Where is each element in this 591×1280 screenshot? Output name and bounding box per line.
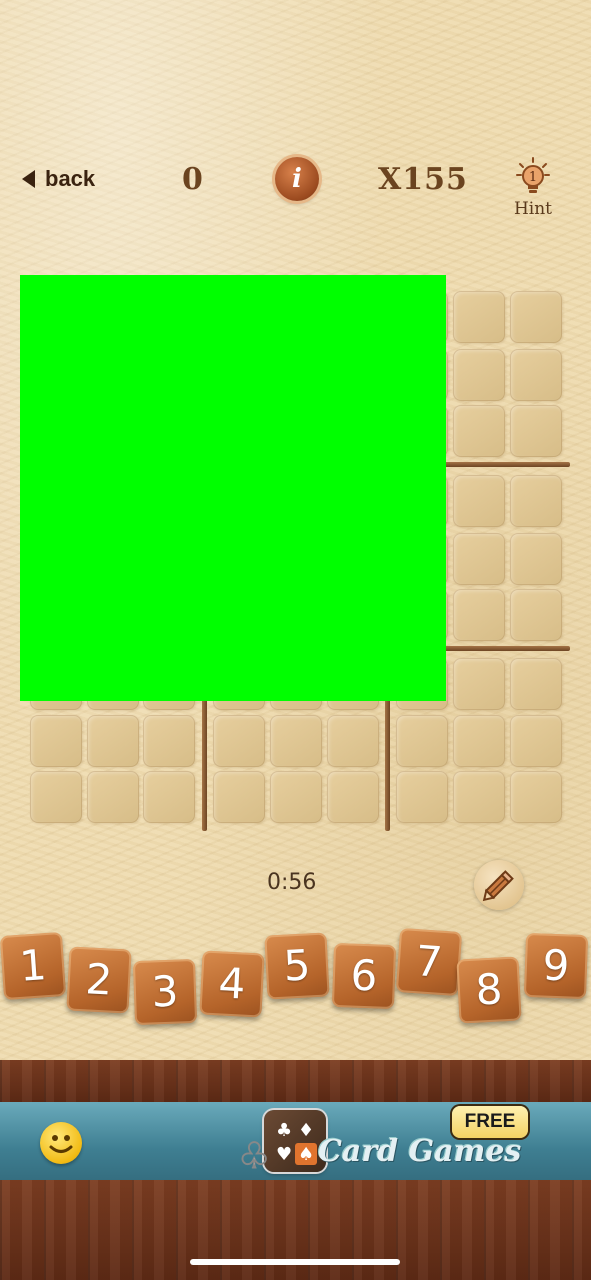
- back-button[interactable]: back: [22, 166, 95, 192]
- number-tile-label: 6: [349, 950, 379, 1001]
- board-cell[interactable]: [453, 715, 505, 767]
- board-cell[interactable]: [30, 715, 82, 767]
- board-cell[interactable]: [453, 589, 505, 641]
- ad-title: Card Games: [318, 1134, 522, 1169]
- board-cell[interactable]: [510, 771, 562, 823]
- board-cell[interactable]: [453, 533, 505, 585]
- multiplier-value: X155: [378, 162, 468, 197]
- board-cell[interactable]: [87, 715, 139, 767]
- number-tile-label: 4: [217, 958, 247, 1009]
- number-tile-label: 3: [150, 966, 180, 1017]
- board-cell[interactable]: [510, 405, 562, 457]
- number-tile-label: 1: [17, 940, 49, 991]
- board-cell[interactable]: [453, 475, 505, 527]
- number-tile-label: 2: [84, 954, 114, 1005]
- board-cell[interactable]: [453, 771, 505, 823]
- board-cell[interactable]: [213, 771, 265, 823]
- number-tile-label: 8: [474, 964, 504, 1015]
- board-cell[interactable]: [270, 771, 322, 823]
- board-cell[interactable]: [327, 715, 379, 767]
- number-tile-8[interactable]: 8: [456, 956, 522, 1024]
- number-tile-9[interactable]: 9: [523, 932, 589, 1000]
- board-cell[interactable]: [143, 771, 195, 823]
- board-cell[interactable]: [510, 658, 562, 710]
- board-cell[interactable]: [510, 715, 562, 767]
- board-cell[interactable]: [510, 533, 562, 585]
- info-button[interactable]: i: [275, 157, 319, 201]
- home-indicator[interactable]: [190, 1259, 400, 1265]
- board-cell[interactable]: [143, 715, 195, 767]
- board-cell[interactable]: [510, 589, 562, 641]
- number-tile-3[interactable]: 3: [132, 958, 198, 1026]
- number-tile-5[interactable]: 5: [264, 932, 330, 1000]
- svg-text:♣: ♣: [276, 1120, 292, 1141]
- hint-label: Hint: [513, 199, 553, 219]
- number-tile-1[interactable]: 1: [0, 931, 67, 1001]
- free-badge-label: FREE: [464, 1111, 516, 1132]
- number-tile-4[interactable]: 4: [199, 950, 265, 1018]
- back-label: back: [45, 166, 96, 191]
- board-cell[interactable]: [453, 349, 505, 401]
- wood-strip-top: [0, 1060, 591, 1102]
- svg-text:♧: ♧: [238, 1136, 270, 1174]
- smiley-icon: [40, 1122, 82, 1164]
- board-cell[interactable]: [510, 349, 562, 401]
- lightbulb-icon: 1: [516, 157, 550, 197]
- board-cell[interactable]: [453, 405, 505, 457]
- hint-count: 1: [529, 170, 537, 185]
- info-icon: i: [292, 164, 302, 194]
- back-arrow-icon: [22, 170, 35, 188]
- free-badge: FREE: [452, 1106, 528, 1138]
- number-tile-7[interactable]: 7: [395, 927, 463, 997]
- svg-text:♠: ♠: [298, 1144, 314, 1165]
- club-icon: ♧: [238, 1136, 271, 1175]
- number-tile-label: 9: [541, 940, 571, 991]
- pencil-button[interactable]: [474, 860, 524, 910]
- svg-text:♥: ♥: [276, 1144, 292, 1165]
- board-cell[interactable]: [510, 291, 562, 343]
- pencil-icon: [482, 870, 514, 902]
- number-tile-6[interactable]: 6: [331, 942, 397, 1010]
- board-cell[interactable]: [453, 291, 505, 343]
- wood-floor: [0, 1180, 591, 1280]
- board-cell[interactable]: [213, 715, 265, 767]
- score-value: 0: [182, 162, 203, 197]
- number-tile-label: 7: [413, 936, 445, 987]
- board-placeholder: [20, 275, 446, 701]
- board-cell[interactable]: [87, 771, 139, 823]
- svg-text:♦: ♦: [298, 1120, 314, 1141]
- board-cell[interactable]: [396, 771, 448, 823]
- hint-button[interactable]: 1 Hint: [505, 157, 561, 219]
- board-cell[interactable]: [453, 658, 505, 710]
- board-cell[interactable]: [510, 475, 562, 527]
- board-cell[interactable]: [270, 715, 322, 767]
- number-tile-label: 5: [282, 940, 312, 991]
- timer: 0:56: [267, 870, 317, 895]
- board-cell[interactable]: [30, 771, 82, 823]
- board-cell[interactable]: [396, 715, 448, 767]
- board-cell[interactable]: [327, 771, 379, 823]
- number-tile-2[interactable]: 2: [66, 946, 132, 1014]
